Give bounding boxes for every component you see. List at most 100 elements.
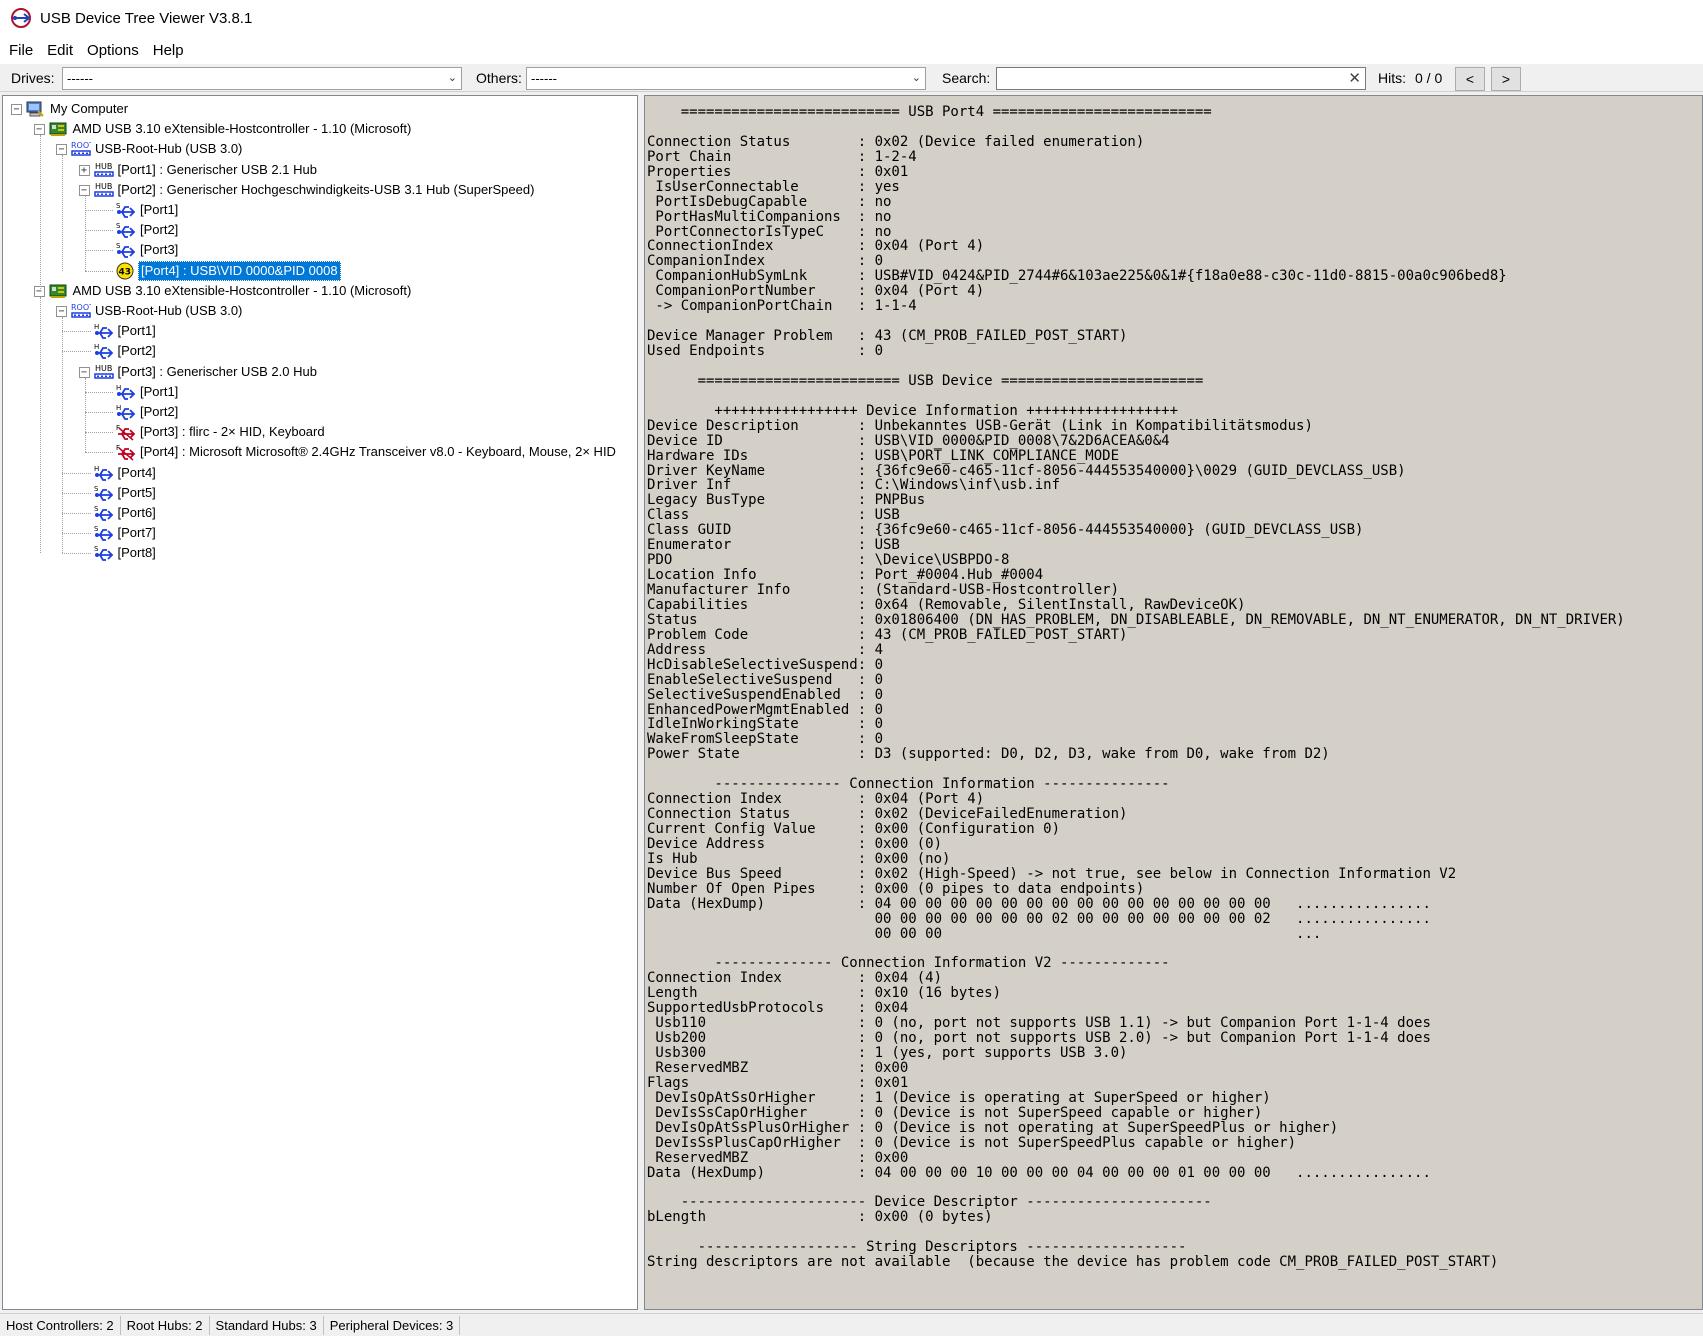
tree-connector (84, 452, 113, 454)
menu-file[interactable]: File (4, 42, 38, 59)
detail-line: CompanionHubSymLnk : USB#VID_0424&PID_27… (647, 268, 1507, 285)
tree-node-label: [Port7] (117, 525, 156, 541)
tree-node[interactable]: H [Port2] (94, 341, 158, 361)
tree-node[interactable]: H [Port1] (94, 321, 158, 341)
tree-connector (62, 533, 91, 535)
detail-line (647, 359, 1625, 374)
svg-text:HUB: HUB (95, 162, 112, 171)
tree-node-label: [Port1] (140, 202, 179, 217)
detail-line: SelectiveSuspendEnabled : 0 (647, 686, 884, 703)
tree-node[interactable]: AMD USB 3.10 eXtensible-Hostcontroller -… (49, 119, 414, 139)
device-tree-pane[interactable]: − My Computer − AMD USB 3.10 eXtensible-Hos… (2, 95, 638, 1310)
chevron-down-icon: ⌄ (447, 72, 457, 84)
next-hit-button[interactable]: > (1491, 67, 1521, 91)
usb-device-disabled-icon: F (116, 423, 136, 441)
detail-line: Usb200 : 0 (no, port not supports USB 2.… (647, 1030, 1431, 1047)
detail-line: IdleInWorkingState : 0 (647, 716, 884, 733)
tree-node[interactable]: H [Port2] (116, 402, 180, 422)
menu-options[interactable]: Options (82, 42, 144, 59)
detail-line: EnableSelectiveSuspend : 0 (647, 671, 884, 688)
detail-line (647, 1181, 1625, 1196)
tree-node[interactable]: F [Port4] : Microsoft Microsoft® 2.4GHz T… (116, 442, 618, 462)
detail-line (647, 1225, 1625, 1240)
tree-node[interactable]: S [Port7] (94, 523, 158, 543)
detail-line: Problem Code : 43 (CM_PROB_FAILED_POST_S… (647, 626, 1128, 643)
others-value: ------ (531, 71, 557, 86)
tree-node[interactable]: H [Port4] (94, 463, 158, 483)
menu-edit[interactable]: Edit (42, 42, 78, 59)
collapse-icon[interactable]: − (78, 366, 90, 378)
detail-line: Driver KeyName : {36fc9e60-c465-11cf-805… (647, 462, 1406, 479)
tree-node[interactable]: HUB [Port2] : Generischer Hochgeschwindig… (93, 180, 537, 200)
chevron-down-icon: ⌄ (911, 72, 921, 84)
tree-node[interactable]: My Computer (26, 99, 130, 119)
usb-port-icon: H (94, 464, 113, 482)
collapse-icon[interactable]: − (56, 306, 67, 317)
collapse-icon[interactable]: − (78, 184, 90, 196)
drives-dropdown[interactable]: ------ ⌄ (62, 67, 462, 90)
tree-node[interactable]: S [Port5] (94, 483, 158, 503)
menu-help[interactable]: Help (148, 42, 189, 59)
detail-line: Used Endpoints : 0 (647, 343, 884, 359)
tree-node[interactable]: ROOT USB-Root-Hub (USB 3.0) (71, 139, 244, 159)
detail-line: Device Address : 0x00 (0) (647, 835, 943, 852)
search-label: Search: (942, 70, 991, 86)
tree-node[interactable]: S [Port3] (116, 240, 180, 260)
expand-icon[interactable]: + (78, 164, 90, 176)
tree-node[interactable]: AMD USB 3.10 eXtensible-Hostcontroller -… (49, 281, 414, 301)
tree-connector (62, 472, 91, 474)
detail-line: Legacy BusType : PNPBus (647, 492, 926, 509)
collapse-icon[interactable]: − (11, 104, 22, 115)
drives-value: ------ (67, 71, 93, 86)
tree-node[interactable]: S [Port2] (116, 220, 180, 240)
detail-line: 00 00 00 ... (647, 925, 1322, 942)
detail-line: ======================== USB Device ====… (647, 372, 1204, 389)
tree-node-label: [Port4] (117, 464, 156, 480)
device-detail-pane[interactable]: ========================== USB Port4 ===… (644, 95, 1703, 1310)
usb-port-icon: H (116, 383, 136, 401)
search-input[interactable]: ✕ (996, 67, 1366, 90)
status-bar: Host Controllers: 2 Root Hubs: 2 Standar… (0, 1313, 1703, 1336)
detail-text: ========================== USB Port4 ===… (647, 105, 1625, 1270)
tree-node[interactable]: S [Port1] (116, 200, 180, 220)
tree-node[interactable]: ROOT USB-Root-Hub (USB 3.0) (71, 301, 244, 321)
tree-node-label: [Port3] (140, 242, 179, 258)
collapse-icon[interactable]: − (33, 124, 45, 136)
svg-text:H: H (94, 323, 99, 331)
detail-line: Number Of Open Pipes : 0x00 (0 pipes to … (647, 880, 1145, 897)
tree-node-label: [Port1] : Generischer USB 2.1 Hub (117, 161, 317, 177)
detail-line: ---------------------- Device Descriptor… (647, 1194, 1212, 1211)
detail-line: -> CompanionPortChain : 1-1-4 (647, 298, 917, 315)
previous-hit-button[interactable]: < (1455, 67, 1485, 91)
svg-text:S: S (116, 242, 121, 250)
tree-node-label: [Port3] : flirc - 2× HID, Keyboard (140, 424, 325, 440)
usb-port-icon: H (116, 403, 136, 421)
svg-text:ROOT: ROOT (71, 141, 91, 150)
tree-node[interactable]: HUB [Port1] : Generischer USB 2.1 Hub (93, 160, 319, 180)
collapse-icon[interactable]: − (56, 144, 67, 156)
svg-text:H: H (94, 343, 99, 351)
tree-node[interactable]: 43 [Port4] : USB\VID 0000&PID 0008 (116, 260, 341, 281)
tree-connector (84, 210, 113, 211)
tree-node[interactable]: HUB [Port3] : Generischer USB 2.0 Hub (93, 362, 319, 382)
tree-node[interactable]: S [Port8] (94, 543, 158, 563)
tree-connector (39, 296, 41, 554)
usb-port-icon: S (94, 544, 113, 562)
detail-line: Connection Index : 0x04 (Port 4) (647, 791, 985, 808)
tree-node-label: [Port4] : Microsoft Microsoft® 2.4GHz Tr… (140, 444, 616, 460)
tree-node-label: [Port1] (140, 383, 179, 399)
close-icon[interactable]: ✕ (1348, 69, 1361, 87)
detail-line: Properties : 0x01 (647, 163, 909, 180)
tree-node[interactable]: F [Port3] : flirc - 2× HID, Keyboard (116, 422, 327, 442)
others-dropdown[interactable]: ------ ⌄ (526, 67, 926, 90)
detail-line (647, 762, 1625, 777)
status-host-controllers: Host Controllers: 2 (0, 1315, 121, 1335)
svg-text:S: S (94, 545, 99, 553)
svg-text:S: S (94, 485, 99, 493)
svg-text:S: S (116, 222, 121, 230)
detail-line: Data (HexDump) : 04 00 00 00 10 00 00 00… (647, 1164, 1431, 1181)
detail-line (647, 314, 1625, 329)
tree-node[interactable]: S [Port6] (94, 503, 158, 523)
tree-connector (62, 155, 63, 271)
tree-node[interactable]: H [Port1] (116, 382, 180, 402)
